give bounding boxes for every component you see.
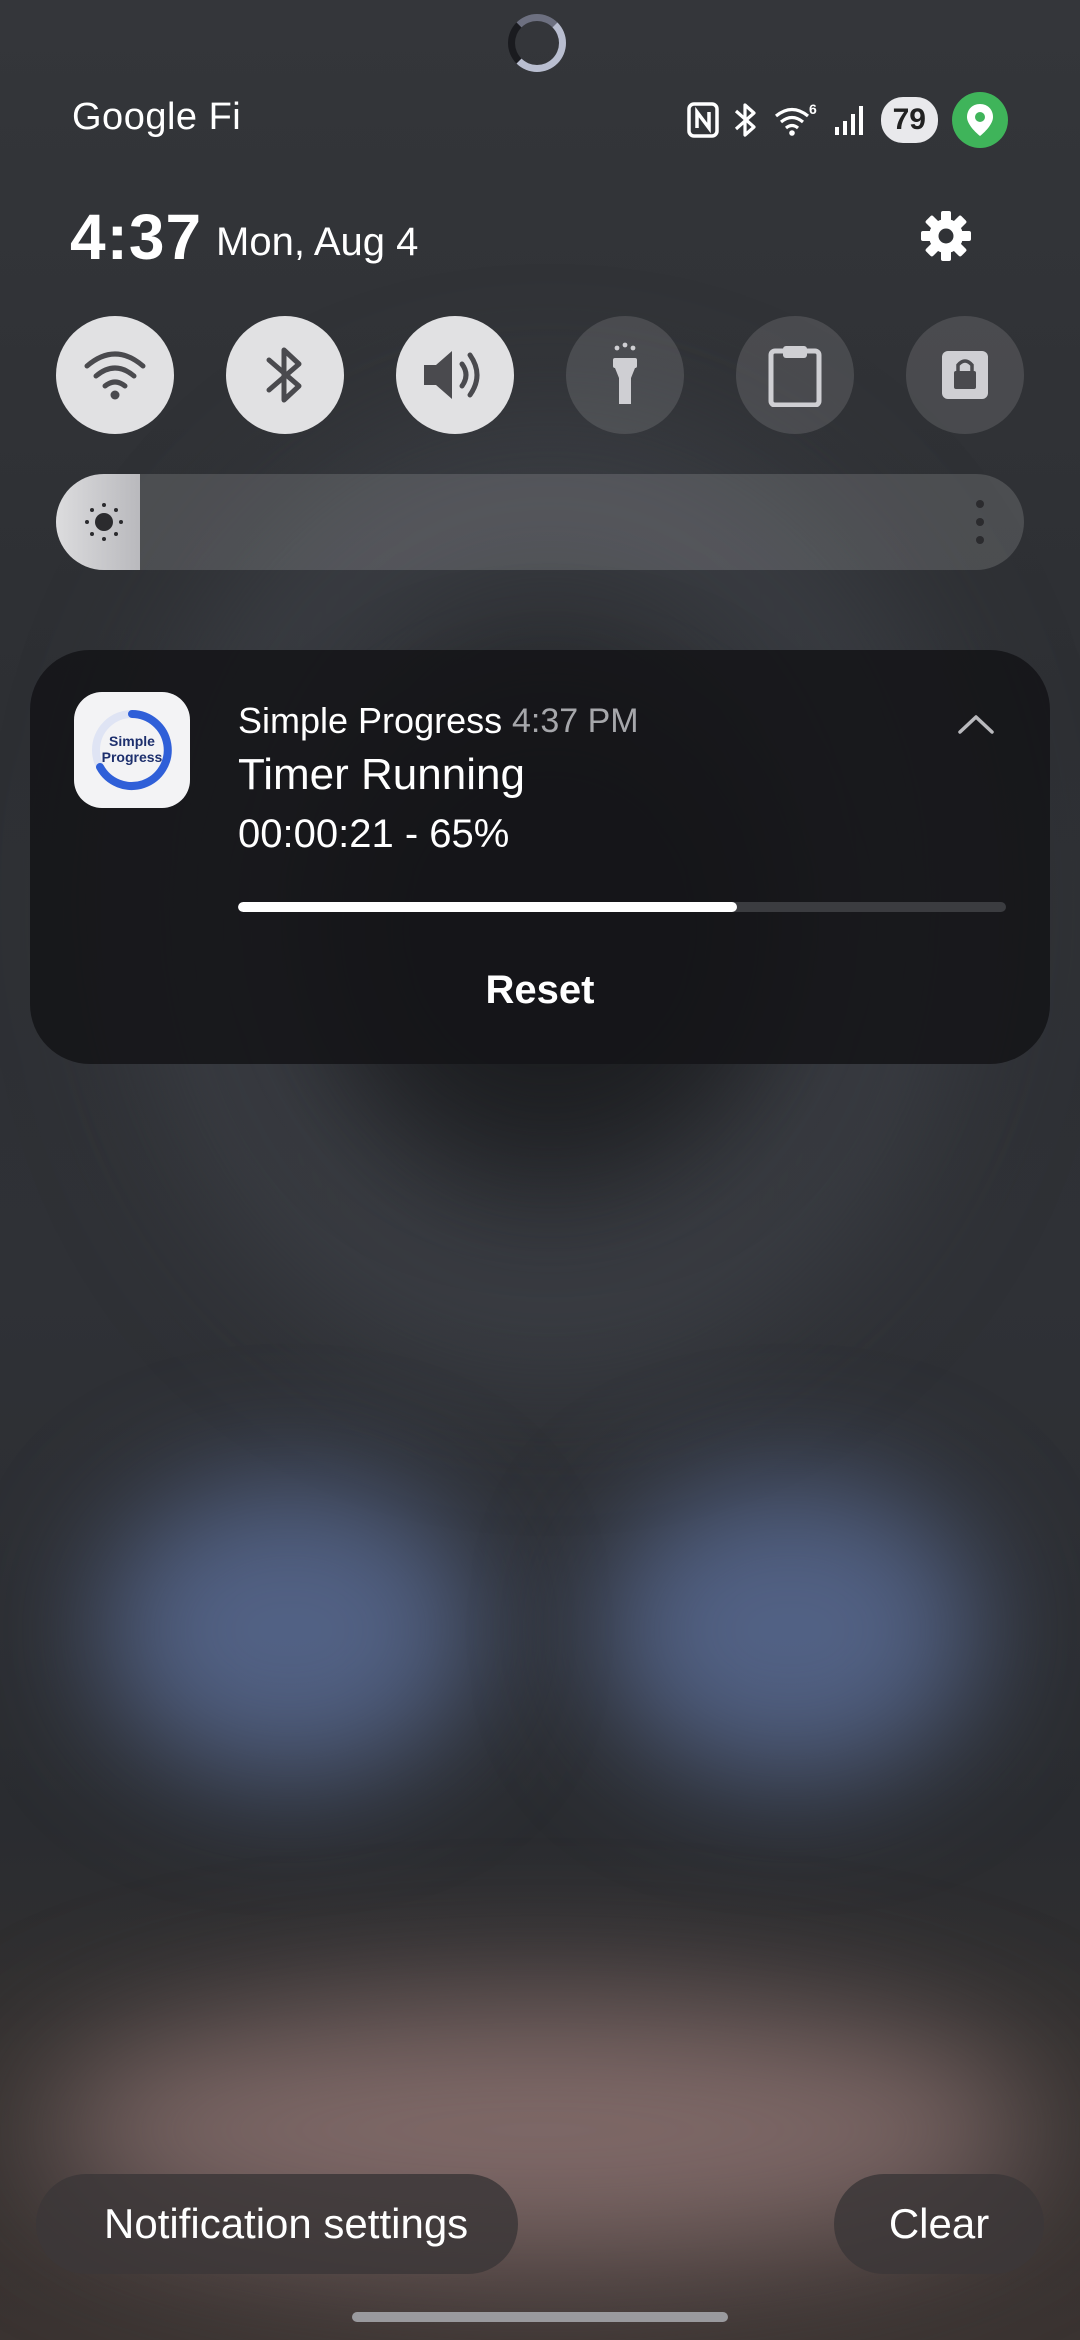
notification-time: 4:37 PM	[512, 702, 639, 740]
cellular-signal-icon	[834, 106, 863, 135]
brightness-slider[interactable]	[56, 474, 1024, 570]
reset-button[interactable]: Reset	[30, 968, 1050, 1013]
flashlight-tile[interactable]	[566, 316, 684, 434]
notification-settings-label: Notification settings	[104, 2200, 469, 2247]
clear-label: Clear	[888, 2200, 990, 2247]
settings-button[interactable]	[912, 202, 980, 270]
status-icons: 6 79	[686, 92, 1008, 148]
notification-card[interactable]: Simple Progress Simple Progress 4:37 PM …	[30, 650, 1050, 1064]
front-camera-indicator	[508, 14, 566, 72]
gear-icon	[921, 211, 971, 261]
wifi-tile[interactable]	[56, 316, 174, 434]
notification-settings-button[interactable]: Notification settings	[36, 2174, 518, 2274]
sun-icon	[74, 492, 134, 552]
svg-text:Progress: Progress	[102, 749, 163, 765]
bluetooth-tile[interactable]	[226, 316, 344, 434]
battery-indicator: 79	[880, 97, 938, 143]
notification-app-name: Simple Progress	[238, 700, 503, 741]
chevron-up-icon	[958, 715, 994, 734]
progress-fill	[238, 902, 738, 912]
carrier-name: Google Fi	[72, 96, 242, 138]
progress-bar	[238, 902, 1006, 912]
sound-tile[interactable]	[396, 316, 514, 434]
brightness-more-icon[interactable]	[972, 500, 988, 544]
speaker-icon	[424, 351, 480, 399]
location-icon	[952, 92, 1008, 148]
flashlight-icon	[613, 342, 637, 404]
collapse-button[interactable]	[954, 702, 998, 746]
notification-title: Timer Running	[238, 750, 525, 799]
status-bar: Google Fi 6 79	[72, 92, 1008, 148]
notification-text: 00:00:21 - 65%	[238, 812, 510, 856]
quick-settings-tiles	[56, 316, 1024, 434]
secure-folder-tile[interactable]	[906, 316, 1024, 434]
clipboard-tile[interactable]	[736, 316, 854, 434]
nfc-icon	[686, 102, 719, 138]
wifi-6-icon: 6	[774, 102, 817, 136]
bluetooth-icon	[734, 103, 756, 137]
date: Mon, Aug 4	[216, 220, 419, 264]
wifi-icon	[84, 351, 146, 400]
svg-text:Simple: Simple	[109, 733, 155, 749]
svg-text:6: 6	[809, 102, 817, 117]
clear-button[interactable]: Clear	[834, 2174, 1044, 2274]
home-indicator[interactable]	[352, 2312, 728, 2322]
lock-icon	[942, 351, 988, 399]
clipboard-icon	[768, 346, 822, 407]
bluetooth-icon	[266, 347, 302, 403]
app-icon: Simple Progress	[74, 692, 190, 808]
clock: 4:37	[70, 201, 203, 273]
